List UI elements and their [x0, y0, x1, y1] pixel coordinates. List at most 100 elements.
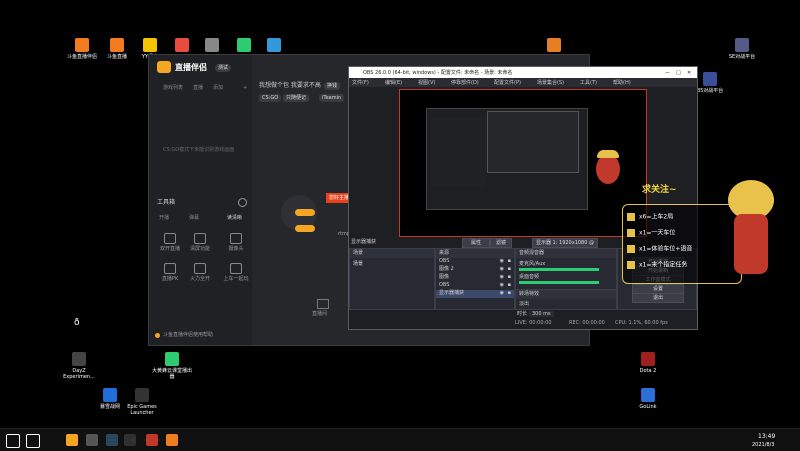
taskbar-time[interactable]: 13:49 — [758, 434, 775, 440]
desktop-shortcut-icon[interactable]: ð — [74, 318, 80, 328]
visibility-eye-icon[interactable]: ◉ — [500, 282, 504, 288]
sidebar-tab-2[interactable]: 添加 — [213, 85, 223, 91]
tag-1[interactable]: 只随便记 — [283, 94, 310, 102]
visibility-eye-icon[interactable]: ◉ — [500, 290, 504, 296]
desktop-app-icon — [703, 72, 717, 86]
game-art-pill — [295, 209, 315, 216]
note-text: x6=上车2局 — [639, 213, 674, 221]
source-item[interactable]: 显示器捕获 ◉ ▪ — [436, 290, 514, 298]
live-room-icon[interactable] — [317, 299, 329, 309]
note-bullet-icon — [627, 229, 635, 237]
visibility-eye-icon[interactable]: ◉ — [500, 258, 504, 264]
obs-menu-4[interactable]: 配置文件(P) — [494, 80, 521, 86]
tool-button-3[interactable]: 直播PK — [157, 263, 183, 282]
obs-menu-5[interactable]: 场景集合(S) — [537, 80, 564, 86]
desktop-icon-bottom-3[interactable]: Epic Games Launcher — [120, 388, 164, 416]
source-label: 显示器捕获 — [439, 290, 465, 296]
lock-icon[interactable]: ▪ — [508, 258, 511, 264]
source-item[interactable]: OBS ◉ ▪ — [436, 282, 514, 290]
live-room-label[interactable]: 直播间 — [312, 311, 327, 317]
note-bullet-icon — [627, 245, 635, 253]
visibility-eye-icon[interactable]: ◉ — [500, 266, 504, 272]
mixer-dock: 音频混音器 麦克风/Aux 桌面音频 — [515, 248, 617, 290]
obs-window: OBS 26.0.0 (64-bit, windows) - 配置文件: 未命名… — [348, 66, 698, 330]
mixer-meter-0 — [519, 268, 599, 271]
obs-menu-3[interactable]: 停靠部件(D) — [451, 80, 479, 86]
douyu-app-icon[interactable] — [66, 434, 78, 446]
tool-button-0[interactable]: 双开直播 — [157, 233, 183, 252]
note-bullet-icon — [627, 261, 635, 269]
tool-label: 清屏功能 — [189, 246, 210, 252]
lock-icon[interactable]: ▪ — [508, 290, 511, 296]
preview-nested-screen — [426, 108, 588, 210]
steam-app-icon[interactable] — [106, 434, 118, 446]
maximize-icon[interactable]: □ — [676, 70, 681, 76]
duration-value[interactable]: 300 ms — [529, 311, 554, 317]
sidebar-tab-0[interactable]: 游戏列表 — [163, 85, 183, 91]
live-badge: 测试 — [215, 64, 232, 72]
display-select[interactable]: 显示器 1: 1920x1080 @ 0,0 — [532, 238, 598, 254]
desktop-icon-right-4[interactable]: GoLink — [626, 388, 670, 410]
desktop-app-icon — [72, 352, 86, 366]
red-app-icon[interactable] — [146, 434, 158, 446]
desktop-icon-bottom-0[interactable]: DayZ Experimen... — [57, 352, 101, 380]
obs-menu-2[interactable]: 视图(V) — [418, 80, 435, 86]
properties-button[interactable]: 属性 — [462, 238, 490, 248]
desktop-icon-right-0[interactable] — [532, 38, 576, 54]
tool-button-4[interactable]: 火力全开 — [187, 263, 213, 282]
source-item[interactable]: OBS ◉ ▪ — [436, 258, 514, 266]
note-text: x1=一天车位 — [639, 229, 676, 237]
obs-app-icon[interactable] — [86, 434, 98, 446]
source-item[interactable]: 图像 2 ◉ ▪ — [436, 266, 514, 274]
footer-help-link[interactable]: 斗鱼直播伴侣使用帮助 — [163, 332, 213, 338]
scene-item[interactable]: 场景 — [350, 258, 434, 270]
main-header: 我想做个包 我要求不高 — [259, 82, 321, 89]
section-item-0[interactable]: 开播 — [159, 215, 169, 221]
scenes-dock: 场景 场景 — [349, 248, 435, 310]
transition-value[interactable]: 淡出 — [519, 301, 529, 307]
desktop-icon-right-3[interactable]: Dota 2 — [626, 352, 670, 374]
lock-icon[interactable]: ▪ — [508, 274, 511, 280]
filters-button[interactable]: 滤镜 — [490, 238, 512, 248]
lock-icon[interactable]: ▪ — [508, 282, 511, 288]
obs-menu-7[interactable]: 帮助(H) — [613, 80, 631, 86]
tool-button-1[interactable]: 清屏功能 — [187, 233, 213, 252]
minimize-icon[interactable]: — — [665, 70, 670, 76]
tag-0[interactable]: CS:GO — [259, 94, 282, 102]
obs-menu-6[interactable]: 工具(T) — [580, 80, 597, 86]
windows-start-icon[interactable] — [6, 434, 20, 448]
control-button-4[interactable]: 退出 — [632, 293, 684, 303]
section-item-1[interactable]: 弹幕 — [189, 215, 199, 221]
desktop-icon-label: 大黄蜂云课堂播出器 — [151, 368, 192, 380]
sources-dock: 来源 OBS ◉ ▪ 图像 2 ◉ ▪ 图像 ◉ ▪ OBS ◉ ▪ 显示器捕获 ◉ ▪ — [435, 248, 515, 310]
orange-app-icon[interactable] — [166, 434, 178, 446]
tool-button-5[interactable]: 上车一起玩 — [223, 263, 249, 282]
desktop-app-icon — [641, 388, 655, 402]
desktop-icon-6[interactable] — [252, 38, 296, 54]
live-app-title: 直播伴侣 — [175, 63, 207, 72]
close-icon[interactable]: ✕ — [687, 70, 691, 76]
obs-menu-1[interactable]: 编辑(E) — [385, 80, 402, 86]
obs-menu-0[interactable]: 文件(F) — [352, 80, 369, 86]
tool-button-2[interactable]: 摄像头 — [223, 233, 249, 252]
main-tag[interactable]: 换钱 — [324, 82, 341, 90]
overlay-note-1: x1=一天车位 — [627, 229, 675, 237]
taskbar-date[interactable]: 2021/8/3 — [752, 442, 774, 448]
source-label: OBS — [439, 282, 450, 288]
visibility-eye-icon[interactable]: ◉ — [500, 274, 504, 280]
obs-preview[interactable] — [399, 89, 647, 237]
sidebar-tab-1[interactable]: 直播 — [193, 85, 203, 91]
source-item[interactable]: 图像 ◉ ▪ — [436, 274, 514, 282]
sidebar-tab-add[interactable]: + — [243, 85, 247, 91]
status-rec: REC: 00:00:00 — [569, 320, 605, 326]
desktop-icon-bottom-1[interactable]: 大黄蜂云课堂播出器 — [150, 352, 194, 380]
tag-2[interactable]: iTeamin — [319, 94, 345, 102]
lock-icon[interactable]: ▪ — [508, 266, 511, 272]
settings-icon[interactable] — [238, 198, 247, 207]
desktop-icon-right-1[interactable]: SE对战平台 — [720, 38, 764, 60]
section-item-2[interactable]: 读清晰 — [227, 215, 242, 221]
preview-nested-live — [431, 117, 486, 187]
obs-app-icon-2[interactable] — [124, 434, 136, 446]
search-icon[interactable] — [26, 434, 40, 448]
source-label: OBS — [439, 258, 450, 264]
